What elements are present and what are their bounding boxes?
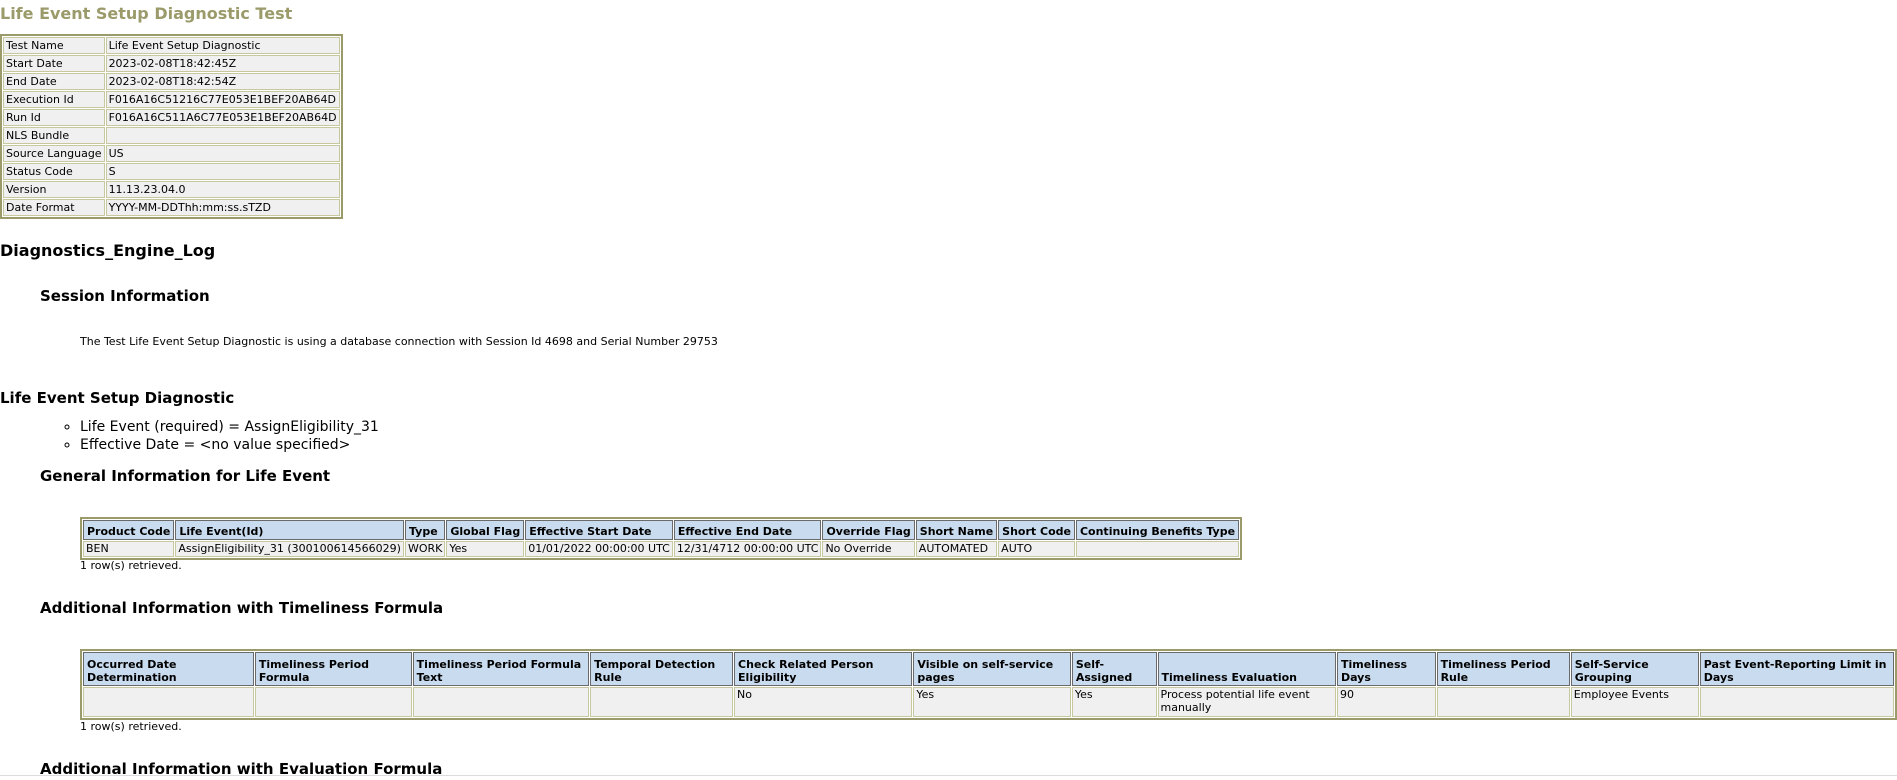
table-cell: BEN [83, 541, 175, 557]
metadata-row: Start Date 2023-02-08T18:42:45Z [3, 55, 340, 72]
metadata-row: Version 11.13.23.04.0 [3, 181, 340, 198]
metadata-value [105, 127, 340, 144]
column-header: Effective Start Date [525, 520, 673, 540]
metadata-key: Version [3, 181, 105, 198]
table-cell: AUTO [998, 541, 1075, 557]
column-header: Occurred Date Determination [83, 652, 254, 686]
column-header: Self-Assigned [1071, 652, 1157, 686]
metadata-value: 2023-02-08T18:42:45Z [105, 55, 340, 72]
metadata-key: Source Language [3, 145, 105, 162]
metadata-value: S [105, 163, 340, 180]
table-row: No Yes Yes Process potential life event … [83, 687, 1894, 717]
metadata-value: F016A16C511A6C77E053E1BEF20AB64D [105, 109, 340, 126]
general-information-table: Product Code Life Event(Id) Type Global … [80, 517, 1243, 560]
metadata-body: Test Name Life Event Setup Diagnostic Sta… [3, 37, 340, 216]
table-cell: No [734, 687, 913, 717]
table-cell: Yes [1071, 687, 1157, 717]
table-cell [590, 687, 734, 717]
metadata-value: US [105, 145, 340, 162]
column-header: Short Code [998, 520, 1075, 540]
metadata-value: F016A16C51216C77E053E1BEF20AB64D [105, 91, 340, 108]
metadata-key: NLS Bundle [3, 127, 105, 144]
metadata-value: 11.13.23.04.0 [105, 181, 340, 198]
metadata-row: Run Id F016A16C511A6C77E053E1BEF20AB64D [3, 109, 340, 126]
column-header: Timeliness Period Formula [254, 652, 412, 686]
column-header: Continuing Benefits Type [1075, 520, 1240, 540]
column-header: Timeliness Period Formula Text [412, 652, 590, 686]
metadata-key: Start Date [3, 55, 105, 72]
metadata-value: YYYY-MM-DDThh:mm:ss.sTZD [105, 199, 340, 216]
column-header: Global Flag [446, 520, 525, 540]
timeliness-body: No Yes Yes Process potential life event … [83, 687, 1894, 717]
metadata-key: Execution Id [3, 91, 105, 108]
column-header: Timeliness Evaluation [1157, 652, 1336, 686]
column-header: Timeliness Period Rule [1436, 652, 1570, 686]
column-header: Timeliness Days [1336, 652, 1436, 686]
table-cell: Yes [913, 687, 1071, 717]
timeliness-row-count: 1 row(s) retrieved. [80, 720, 182, 733]
general-information-body: BEN AssignEligibility_31 (30010061456602… [83, 541, 1240, 557]
column-header: Override Flag [822, 520, 915, 540]
parameter-item: Life Event (required) = AssignEligibilit… [80, 418, 379, 436]
timeliness-table: Occurred Date Determination Timeliness P… [80, 649, 1897, 720]
column-header: Product Code [83, 520, 175, 540]
metadata-row: Source Language US [3, 145, 340, 162]
column-header: Past Event-Reporting Limit in Days [1699, 652, 1894, 686]
column-header: Visible on self-service pages [913, 652, 1071, 686]
header-row: Occurred Date Determination Timeliness P… [83, 652, 1894, 686]
table-cell [254, 687, 412, 717]
table-cell: 90 [1336, 687, 1436, 717]
session-information-heading: Session Information [40, 287, 210, 305]
metadata-row: Test Name Life Event Setup Diagnostic [3, 37, 340, 54]
timeliness-heading: Additional Information with Timeliness F… [40, 599, 444, 617]
column-header: Short Name [915, 520, 998, 540]
metadata-row: Execution Id F016A16C51216C77E053E1BEF20A… [3, 91, 340, 108]
table-cell: WORK [404, 541, 446, 557]
metadata-key: Run Id [3, 109, 105, 126]
table-cell: 12/31/4712 00:00:00 UTC [673, 541, 822, 557]
table-cell: Process potential life event manually [1157, 687, 1336, 717]
metadata-row: Status Code S [3, 163, 340, 180]
table-cell [1699, 687, 1894, 717]
metadata-key: Date Format [3, 199, 105, 216]
table-cell: Employee Events [1570, 687, 1699, 717]
column-header: Type [404, 520, 446, 540]
general-information-heading: General Information for Life Event [40, 467, 331, 485]
column-header: Life Event(Id) [175, 520, 404, 540]
page-title: Life Event Setup Diagnostic Test [0, 4, 293, 23]
table-row: BEN AssignEligibility_31 (30010061456602… [83, 541, 1240, 557]
metadata-key: End Date [3, 73, 105, 90]
header-row: Product Code Life Event(Id) Type Global … [83, 520, 1240, 540]
metadata-value: 2023-02-08T18:42:54Z [105, 73, 340, 90]
metadata-key: Test Name [3, 37, 105, 54]
metadata-row: NLS Bundle [3, 127, 340, 144]
column-header: Effective End Date [673, 520, 822, 540]
bottom-divider [0, 775, 1897, 776]
metadata-key: Status Code [3, 163, 105, 180]
test-metadata-table: Test Name Life Event Setup Diagnostic Sta… [0, 34, 343, 219]
column-header: Temporal Detection Rule [590, 652, 734, 686]
timeliness-header: Occurred Date Determination Timeliness P… [83, 652, 1894, 686]
table-cell: No Override [822, 541, 915, 557]
column-header: Self-Service Grouping [1570, 652, 1699, 686]
parameter-item: Effective Date = <no value specified> [80, 436, 379, 454]
table-cell [1436, 687, 1570, 717]
general-information-header: Product Code Life Event(Id) Type Global … [83, 520, 1240, 540]
session-information-text: The Test Life Event Setup Diagnostic is … [80, 335, 718, 348]
diagnostic-parameters-list: Life Event (required) = AssignEligibilit… [56, 418, 379, 454]
general-information-row-count: 1 row(s) retrieved. [80, 559, 182, 572]
table-cell [412, 687, 590, 717]
table-cell: AUTOMATED [915, 541, 998, 557]
column-header: Check Related Person Eligibility [734, 652, 913, 686]
table-cell [1075, 541, 1240, 557]
metadata-row: End Date 2023-02-08T18:42:54Z [3, 73, 340, 90]
metadata-row: Date Format YYYY-MM-DDThh:mm:ss.sTZD [3, 199, 340, 216]
table-cell: Yes [446, 541, 525, 557]
metadata-value: Life Event Setup Diagnostic [105, 37, 340, 54]
table-cell: 01/01/2022 00:00:00 UTC [525, 541, 673, 557]
table-cell [83, 687, 254, 717]
table-cell: AssignEligibility_31 (300100614566029) [175, 541, 404, 557]
engine-log-heading: Diagnostics_Engine_Log [0, 241, 216, 260]
diagnostic-heading: Life Event Setup Diagnostic [0, 389, 235, 407]
